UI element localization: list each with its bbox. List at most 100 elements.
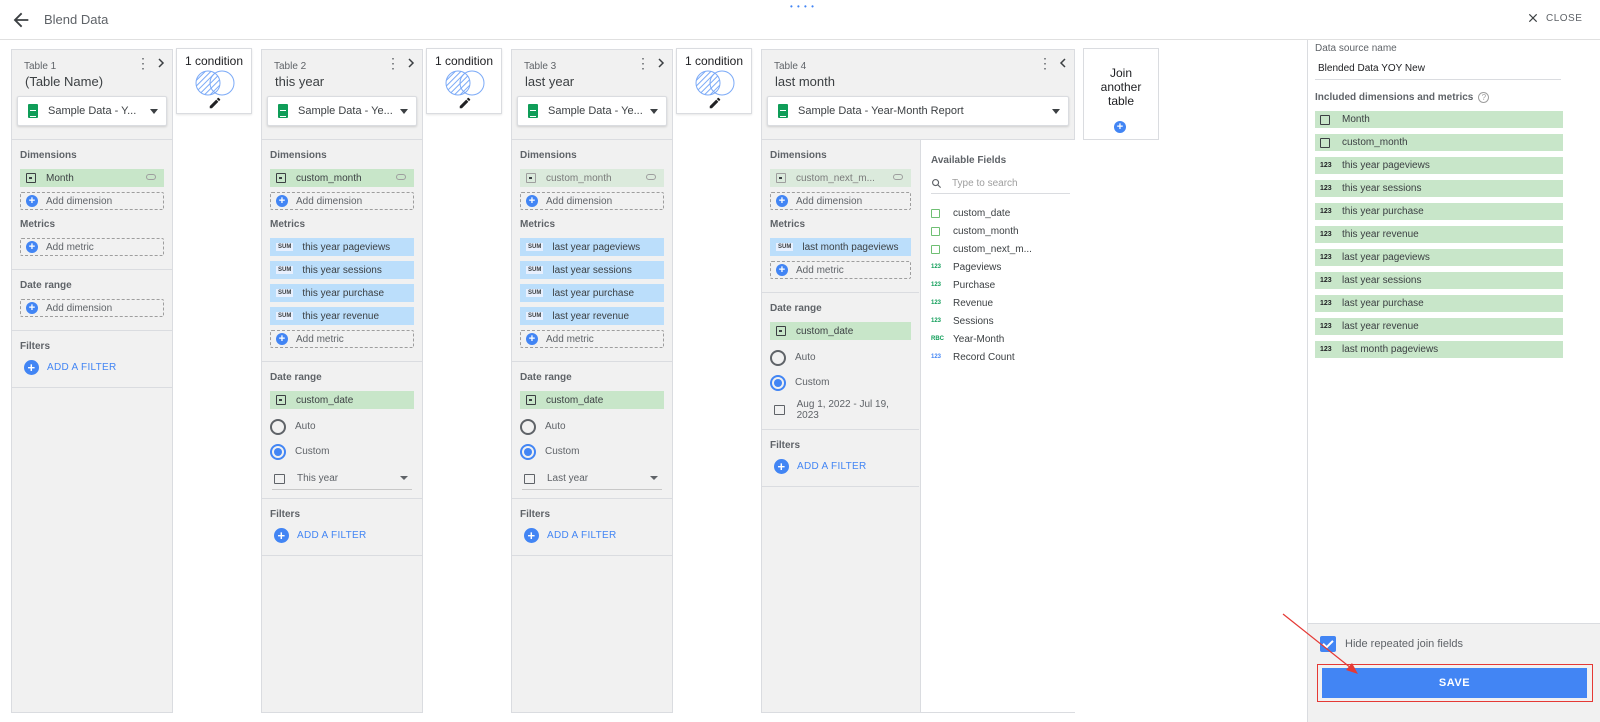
available-field[interactable]: custom_date: [921, 204, 1080, 222]
table-name[interactable]: this year: [275, 74, 324, 89]
custom-radio[interactable]: Custom: [520, 439, 664, 464]
join-label-line: another: [1100, 80, 1142, 94]
add-dimension-button[interactable]: + Add dimension: [520, 192, 664, 210]
add-metric-button[interactable]: + Add metric: [770, 261, 911, 279]
join-another-table-button[interactable]: Join another table +: [1083, 48, 1159, 140]
custom-radio[interactable]: Custom: [270, 439, 414, 464]
add-dimension-button[interactable]: + Add dimension: [770, 192, 911, 210]
join-condition-3[interactable]: 1 condition: [676, 48, 752, 114]
date-period-select[interactable]: Last year: [522, 468, 662, 490]
date-range-picker[interactable]: Aug 1, 2022 - Jul 19, 2023: [772, 399, 909, 421]
included-field-chip[interactable]: 123 this year revenue: [1315, 226, 1563, 243]
available-field[interactable]: 123 Purchase: [921, 276, 1080, 294]
sum-badge: SUM: [276, 266, 294, 274]
included-field-chip[interactable]: 123 last month pageviews: [1315, 341, 1563, 358]
metric-chip[interactable]: SUM last year purchase: [520, 284, 664, 302]
add-metric-button[interactable]: + Add metric: [520, 330, 664, 348]
date-dimension-chip[interactable]: custom_date: [270, 391, 414, 409]
more-vert-icon[interactable]: ⋮: [386, 56, 400, 70]
available-field[interactable]: 123 Revenue: [921, 294, 1080, 312]
included-field-chip[interactable]: 123 last year pageviews: [1315, 249, 1563, 266]
metric-chip[interactable]: SUM last month pageviews: [770, 238, 911, 256]
table-name[interactable]: (Table Name): [25, 74, 103, 89]
data-source-select[interactable]: Sample Data - Ye...: [267, 96, 417, 126]
auto-radio[interactable]: Auto: [770, 345, 911, 370]
dimension-chip[interactable]: custom_next_m...: [770, 169, 911, 187]
chevron-right-icon[interactable]: [406, 58, 416, 68]
caret-down-icon: [650, 108, 658, 114]
included-field-chip[interactable]: 123 last year sessions: [1315, 272, 1563, 289]
add-filter-button[interactable]: + ADD A FILTER: [274, 528, 414, 543]
plus-icon: +: [276, 195, 288, 207]
close-button[interactable]: CLOSE: [1526, 11, 1582, 25]
field-label: custom_month: [1342, 137, 1408, 148]
included-field-chip[interactable]: 123 last year revenue: [1315, 318, 1563, 335]
auto-radio[interactable]: Auto: [520, 414, 664, 439]
available-field[interactable]: custom_month: [921, 222, 1080, 240]
add-dimension-button[interactable]: + Add dimension: [20, 192, 164, 210]
metric-chip[interactable]: SUM last year revenue: [520, 307, 664, 325]
metric-chip[interactable]: SUM this year revenue: [270, 307, 414, 325]
dimension-chip[interactable]: custom_month: [520, 169, 664, 187]
number-type-icon: 123: [1320, 231, 1332, 238]
data-source-select[interactable]: Sample Data - Ye...: [517, 96, 667, 126]
available-field[interactable]: custom_next_m...: [921, 240, 1080, 258]
metric-chip[interactable]: SUM this year sessions: [270, 261, 414, 279]
included-field-chip[interactable]: Month: [1315, 111, 1563, 128]
field-label: Purchase: [953, 279, 996, 291]
data-source-select[interactable]: Sample Data - Y...: [17, 96, 167, 126]
available-field[interactable]: 123 Pageviews: [921, 258, 1080, 276]
data-source-select[interactable]: Sample Data - Year-Month Report: [767, 96, 1069, 126]
chevron-right-icon[interactable]: [156, 58, 166, 68]
back-arrow-icon[interactable]: [10, 9, 32, 31]
add-date-dimension-button[interactable]: + Add dimension: [20, 299, 164, 317]
link-icon: [646, 174, 656, 180]
metric-chip[interactable]: SUM last year pageviews: [520, 238, 664, 256]
dimension-chip[interactable]: custom_month: [270, 169, 414, 187]
auto-radio[interactable]: Auto: [270, 414, 414, 439]
add-metric-button[interactable]: + Add metric: [20, 238, 164, 256]
field-label: Record Count: [953, 351, 1015, 363]
help-icon[interactable]: ?: [1478, 92, 1490, 103]
field-search-input[interactable]: Type to search: [931, 174, 1070, 194]
available-field[interactable]: 123 Sessions: [921, 312, 1080, 330]
table-name[interactable]: last year: [525, 74, 574, 89]
add-metric-button[interactable]: + Add metric: [270, 330, 414, 348]
chevron-left-icon[interactable]: [1058, 58, 1068, 68]
more-vert-icon[interactable]: ⋮: [1038, 56, 1052, 70]
table-name[interactable]: last month: [775, 74, 835, 89]
included-field-chip[interactable]: 123 last year purchase: [1315, 295, 1563, 312]
included-field-chip[interactable]: custom_month: [1315, 134, 1563, 151]
drag-handle-icon[interactable]: • • • •: [790, 2, 815, 11]
add-filter-button[interactable]: + ADD A FILTER: [774, 459, 911, 474]
included-field-chip[interactable]: 123 this year purchase: [1315, 203, 1563, 220]
close-label: CLOSE: [1546, 12, 1583, 24]
date-range-section: Date range custom_date Auto Custom Aug 1…: [762, 293, 919, 430]
date-dimension-chip[interactable]: custom_date: [520, 391, 664, 409]
data-source-name-label: Data source name: [1315, 43, 1397, 54]
included-field-chip[interactable]: 123 this year pageviews: [1315, 157, 1563, 174]
metric-chip[interactable]: SUM this year purchase: [270, 284, 414, 302]
date-period-select[interactable]: This year: [272, 468, 412, 490]
date-dimension-chip[interactable]: custom_date: [770, 322, 911, 340]
more-vert-icon[interactable]: ⋮: [636, 56, 650, 70]
filters-header: Filters: [520, 509, 551, 520]
add-dimension-button[interactable]: + Add dimension: [270, 192, 414, 210]
more-vert-icon[interactable]: ⋮: [136, 56, 150, 70]
data-source-name-input[interactable]: Blended Data YOY New: [1315, 58, 1561, 80]
included-field-chip[interactable]: 123 this year sessions: [1315, 180, 1563, 197]
join-condition-1[interactable]: 1 condition: [176, 48, 252, 114]
available-field[interactable]: 123 Record Count: [921, 348, 1080, 366]
date-field-label: custom_date: [546, 394, 604, 406]
add-filter-button[interactable]: + ADD A FILTER: [524, 528, 664, 543]
dimension-chip[interactable]: Month: [20, 169, 164, 187]
metric-chip[interactable]: SUM last year sessions: [520, 261, 664, 279]
chevron-right-icon[interactable]: [656, 58, 666, 68]
available-field[interactable]: RBC Year-Month: [921, 330, 1080, 348]
add-filter-button[interactable]: + ADD A FILTER: [24, 360, 164, 375]
metric-chip[interactable]: SUM this year pageviews: [270, 238, 414, 256]
field-label: last year sessions: [1342, 275, 1422, 286]
number-type-icon: 123: [931, 318, 942, 324]
join-condition-2[interactable]: 1 condition: [426, 48, 502, 114]
custom-radio[interactable]: Custom: [770, 370, 911, 395]
